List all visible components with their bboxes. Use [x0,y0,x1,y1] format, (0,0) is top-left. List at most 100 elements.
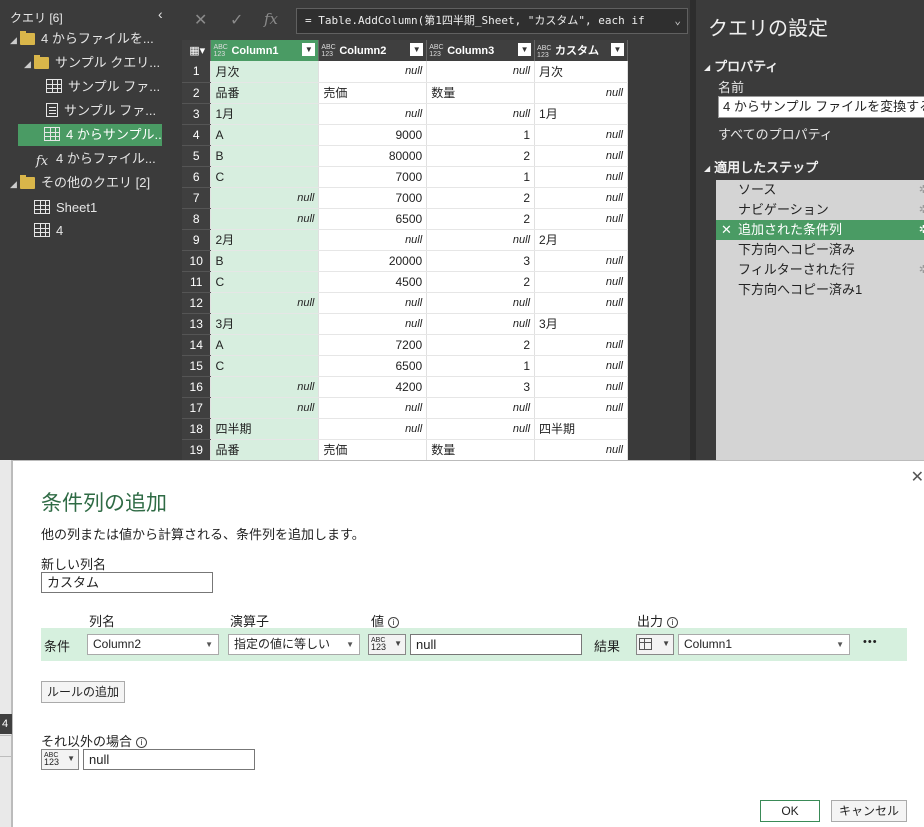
operator-select[interactable]: 指定の値に等しい ▼ [228,634,360,655]
table-cell[interactable]: 品番 [210,439,320,460]
table-cell[interactable]: null [318,292,428,314]
table-cell[interactable]: null [534,250,628,272]
row-number[interactable]: 7 [182,187,212,209]
info-icon[interactable]: i [388,617,400,628]
row-number[interactable]: 12 [182,292,212,314]
table-menu-icon[interactable]: ▦▾ [182,40,212,61]
table-cell[interactable]: null [426,418,536,440]
else-value-input[interactable]: null [83,749,255,770]
query-item[interactable]: Sheet1 [24,197,170,219]
new-column-name-input[interactable]: カスタム [41,572,213,593]
cancel-button[interactable]: キャンセル [831,800,907,822]
table-cell[interactable]: null [210,208,320,230]
query-item[interactable]: サンプル ファ... [36,100,170,122]
table-cell[interactable]: 売価 [318,439,428,460]
table-cell[interactable]: 1 [426,124,536,146]
query-name-input[interactable]: 4 からサンプル ファイルを変換する [718,96,924,118]
table-cell[interactable]: null [318,397,428,419]
table-cell[interactable]: null [534,124,628,146]
table-cell[interactable]: 3月 [210,313,320,335]
expand-arrow-icon[interactable]: ◢ [10,29,20,50]
row-number[interactable]: 15 [182,355,212,377]
query-item[interactable]: サンプル ファ... [36,76,170,98]
query-item[interactable]: 4 [24,220,170,242]
gear-icon[interactable]: ✲ [919,220,924,240]
table-cell[interactable]: 7000 [318,187,428,209]
applied-step[interactable]: ナビゲーション ✲ [716,200,924,220]
gear-icon[interactable]: ✲ [919,180,924,200]
query-item[interactable]: ◢ サンプル クエリ... [24,52,170,74]
expand-arrow-icon[interactable]: ◢ [24,53,34,74]
table-cell[interactable]: null [534,355,628,377]
applied-step[interactable]: ✕ 追加された条件列 ✲ [716,220,924,240]
table-cell[interactable]: 品番 [210,82,320,104]
expand-arrow-icon[interactable]: ◢ [10,173,20,194]
type-icon[interactable]: ABC 123 [213,44,231,58]
table-cell[interactable]: null [534,292,628,314]
row-number[interactable]: 17 [182,397,212,419]
table-cell[interactable]: 2 [426,271,536,293]
cancel-formula-icon[interactable]: ✕ [194,10,207,30]
row-number[interactable]: 9 [182,229,212,251]
row-number[interactable]: 8 [182,208,212,230]
table-cell[interactable]: 9000 [318,124,428,146]
query-item[interactable]: ◢ その他のクエリ [2] [10,172,170,194]
table-cell[interactable]: 3 [426,250,536,272]
table-cell[interactable]: 2月 [210,229,320,251]
row-number[interactable]: 6 [182,166,212,188]
table-cell[interactable]: null [426,292,536,314]
table-cell[interactable]: null [534,397,628,419]
query-item[interactable]: fx 4 からファイル... [24,148,170,170]
type-icon[interactable]: ABC 123 [429,44,447,58]
table-cell[interactable]: 7200 [318,334,428,356]
table-cell[interactable]: 4200 [318,376,428,398]
properties-header[interactable]: ◢ プロパティ [704,56,778,75]
table-cell[interactable]: 80000 [318,145,428,167]
table-cell[interactable]: 6500 [318,208,428,230]
row-number[interactable]: 10 [182,250,212,272]
table-cell[interactable]: null [426,313,536,335]
formula-input[interactable]: = Table.AddColumn(第1四半期_Sheet, "カスタム", e… [296,8,688,34]
row-number[interactable]: 16 [182,376,212,398]
table-cell[interactable]: 四半期 [534,418,628,440]
info-icon[interactable]: i [667,617,679,628]
table-cell[interactable]: null [210,292,320,314]
close-icon[interactable]: ✕ [911,467,924,487]
table-cell[interactable]: null [534,208,628,230]
all-properties-link[interactable]: すべてのプロパティ [718,124,833,143]
table-cell[interactable]: A [210,124,320,146]
table-cell[interactable]: null [318,418,428,440]
row-number[interactable]: 18 [182,418,212,440]
row-number[interactable]: 4 [182,124,212,146]
table-cell[interactable]: null [210,397,320,419]
table-cell[interactable]: 2 [426,145,536,167]
table-cell[interactable]: 数量 [426,82,536,104]
output-select[interactable]: Column1 ▼ [678,634,850,655]
table-cell[interactable]: 1月 [210,103,320,125]
table-cell[interactable]: null [210,376,320,398]
table-cell[interactable]: null [534,82,628,104]
table-cell[interactable]: C [210,271,320,293]
applied-step[interactable]: ソース ✲ [716,180,924,200]
table-cell[interactable]: null [318,313,428,335]
table-cell[interactable]: B [210,145,320,167]
table-cell[interactable]: null [210,187,320,209]
table-cell[interactable]: 7000 [318,166,428,188]
table-cell[interactable]: null [318,103,428,125]
else-type-button[interactable]: ABC 123 ▼ [41,749,79,770]
table-cell[interactable]: C [210,166,320,188]
table-cell[interactable]: null [534,271,628,293]
table-cell[interactable]: 1 [426,355,536,377]
add-rule-button[interactable]: ルールの追加 [41,681,125,703]
table-cell[interactable]: A [210,334,320,356]
table-cell[interactable]: null [318,61,428,83]
row-number[interactable]: 14 [182,334,212,356]
info-icon[interactable]: i [136,737,148,748]
filter-dropdown-icon[interactable]: ▼ [302,43,316,56]
table-cell[interactable]: null [534,376,628,398]
gear-icon[interactable]: ✲ [919,200,924,220]
applied-step[interactable]: 下方向へコピー済み1 [716,280,924,300]
table-cell[interactable]: 2月 [534,229,628,251]
column-header-4[interactable]: ABC 123 カスタム ▼ [534,40,628,61]
filter-dropdown-icon[interactable]: ▼ [611,43,624,56]
